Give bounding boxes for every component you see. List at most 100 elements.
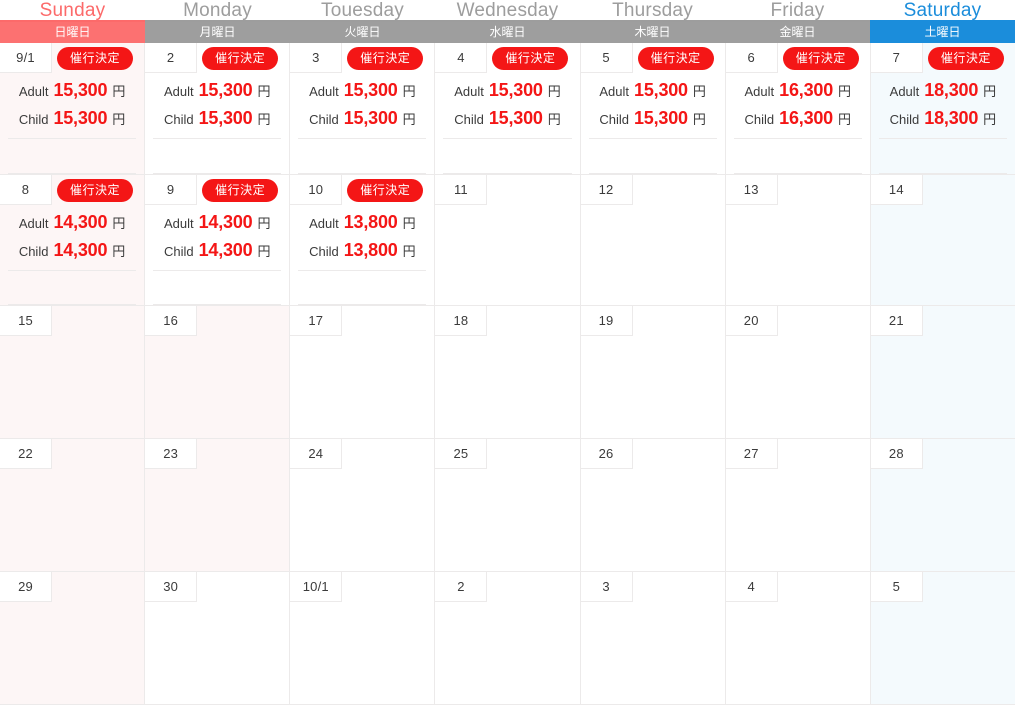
calendar-day-cell[interactable]: 2 — [435, 572, 581, 705]
calendar-day-cell[interactable]: 20 — [725, 306, 871, 439]
day-number: 9/1 — [0, 43, 52, 73]
calendar-day-cell[interactable]: 3 — [580, 572, 726, 705]
child-price-row: Child 15,300 円 — [0, 105, 144, 133]
badge-slot — [923, 306, 1015, 336]
departure-confirmed-badge[interactable]: 催行決定 — [57, 178, 134, 202]
cell-filler — [435, 139, 579, 173]
cell-filler — [0, 271, 144, 304]
calendar-day-cell[interactable]: 3 催行決定 Adult 15,300 円 Child 15,300 円 — [290, 43, 436, 175]
departure-confirmed-badge[interactable]: 催行決定 — [637, 46, 714, 70]
price-block: Adult 15,300 円 Child 15,300 円 — [0, 73, 144, 138]
calendar-day-cell[interactable]: 19 — [580, 306, 726, 439]
adult-label: Adult — [309, 216, 339, 231]
calendar-day-cell[interactable]: 24 — [290, 439, 436, 572]
badge-slot — [52, 572, 144, 602]
calendar-day-cell[interactable]: 9/1 催行決定 Adult 15,300 円 Child 15,300 円 — [0, 43, 146, 175]
price-block: Adult 15,300 円 Child 15,300 円 — [581, 73, 725, 138]
adult-currency-symbol: 円 — [257, 84, 271, 99]
child-label: Child — [454, 112, 484, 127]
departure-confirmed-badge[interactable]: 催行決定 — [202, 178, 279, 202]
departure-confirmed-badge[interactable]: 催行決定 — [202, 46, 279, 70]
calendar-day-cell[interactable]: 23 — [145, 439, 291, 572]
cell-filler — [726, 336, 870, 438]
badge-slot — [778, 175, 870, 205]
day-header: 21 — [870, 306, 1015, 336]
day-header: 11 — [435, 175, 579, 205]
departure-confirmed-badge[interactable]: 催行決定 — [927, 46, 1004, 70]
adult-price-row: Adult 14,300 円 — [145, 209, 289, 237]
day-header: 20 — [725, 306, 870, 336]
price-block: Adult 15,300 円 Child 15,300 円 — [435, 73, 579, 138]
day-header: 22 — [0, 439, 144, 469]
calendar-day-cell[interactable]: 5 催行決定 Adult 15,300 円 Child 15,300 円 — [580, 43, 726, 175]
calendar-day-cell[interactable]: 17 — [290, 306, 436, 439]
badge-slot — [778, 306, 870, 336]
calendar-day-cell[interactable]: 8 催行決定 Adult 14,300 円 Child 14,300 円 — [0, 175, 146, 306]
day-number: 11 — [435, 175, 488, 205]
calendar-day-cell[interactable]: 26 — [580, 439, 726, 572]
child-label: Child — [889, 112, 920, 127]
cell-filler — [290, 139, 434, 173]
adult-currency-symbol: 円 — [402, 216, 416, 231]
calendar-day-cell[interactable]: 6 催行決定 Adult 16,300 円 Child 16,300 円 — [725, 43, 871, 175]
badge-slot — [487, 439, 579, 469]
cell-bottom-divider — [153, 304, 282, 305]
calendar-day-cell[interactable]: 10 催行決定 Adult 13,800 円 Child 13,800 円 — [290, 175, 436, 306]
calendar-day-cell[interactable]: 9 催行決定 Adult 14,300 円 Child 14,300 円 — [145, 175, 291, 306]
badge-slot — [633, 572, 725, 602]
weekday-label-en-1: Monday — [145, 0, 290, 22]
calendar-day-cell[interactable]: 4 — [725, 572, 871, 705]
day-header: 4 催行決定 — [435, 43, 579, 73]
calendar-day-cell[interactable]: 25 — [435, 439, 581, 572]
departure-confirmed-badge[interactable]: 催行決定 — [57, 46, 134, 70]
weekday-header-japanese: 日曜日 月曜日 火曜日 水曜日 木曜日 金曜日 土曜日 — [0, 22, 1015, 43]
cell-filler — [290, 336, 434, 438]
adult-label: Adult — [18, 216, 49, 231]
departure-confirmed-badge[interactable]: 催行決定 — [347, 178, 424, 202]
departure-confirmed-badge[interactable]: 催行決定 — [782, 46, 859, 70]
day-number: 8 — [0, 175, 52, 205]
day-number: 10 — [290, 175, 343, 205]
adult-price-row: Adult 15,300 円 — [0, 77, 144, 105]
calendar-day-cell[interactable]: 14 — [870, 175, 1015, 306]
child-price-row: Child 18,300 円 — [871, 105, 1015, 133]
calendar-day-cell[interactable]: 29 — [0, 572, 146, 705]
cell-filler — [726, 469, 870, 571]
price-block: Adult 14,300 円 Child 14,300 円 — [145, 205, 289, 270]
adult-price-row: Adult 16,300 円 — [726, 77, 870, 105]
child-price-value: 18,300 — [924, 108, 979, 128]
calendar-week-row: 8 催行決定 Adult 14,300 円 Child 14,300 円 9 催行決定 Adult 1… — [0, 175, 1015, 306]
weekday-label-jp-0: 日曜日 — [0, 22, 145, 43]
adult-price-row: Adult 13,800 円 — [290, 209, 434, 237]
day-number: 2 — [435, 572, 488, 602]
price-block: Adult 14,300 円 Child 14,300 円 — [0, 205, 144, 270]
calendar-day-cell[interactable]: 22 — [0, 439, 146, 572]
calendar-day-cell[interactable]: 10/1 — [290, 572, 436, 705]
calendar-day-cell[interactable]: 2 催行決定 Adult 15,300 円 Child 15,300 円 — [145, 43, 291, 175]
calendar-day-cell[interactable]: 30 — [145, 572, 291, 705]
adult-currency-symbol: 円 — [112, 216, 126, 231]
calendar-day-cell[interactable]: 7 催行決定 Adult 18,300 円 Child 18,300 円 — [870, 43, 1015, 175]
calendar-day-cell[interactable]: 28 — [870, 439, 1015, 572]
calendar-day-cell[interactable]: 4 催行決定 Adult 15,300 円 Child 15,300 円 — [435, 43, 581, 175]
day-header: 23 — [145, 439, 289, 469]
cell-bottom-divider — [733, 173, 862, 174]
calendar-day-cell[interactable]: 16 — [145, 306, 291, 439]
calendar-day-cell[interactable]: 27 — [725, 439, 871, 572]
departure-confirmed-badge[interactable]: 催行決定 — [492, 46, 569, 70]
day-header: 29 — [0, 572, 144, 602]
calendar-day-cell[interactable]: 11 — [435, 175, 581, 306]
cell-filler — [726, 139, 870, 173]
day-header: 10 催行決定 — [290, 175, 434, 205]
calendar-day-cell[interactable]: 21 — [870, 306, 1015, 439]
calendar-day-cell[interactable]: 5 — [870, 572, 1015, 705]
cell-filler — [871, 205, 1015, 305]
day-number: 3 — [290, 43, 343, 73]
day-header: 16 — [145, 306, 289, 336]
departure-confirmed-badge[interactable]: 催行決定 — [347, 46, 424, 70]
badge-slot — [487, 175, 579, 205]
calendar-day-cell[interactable]: 12 — [580, 175, 726, 306]
calendar-day-cell[interactable]: 15 — [0, 306, 146, 439]
calendar-day-cell[interactable]: 13 — [725, 175, 871, 306]
calendar-day-cell[interactable]: 18 — [435, 306, 581, 439]
